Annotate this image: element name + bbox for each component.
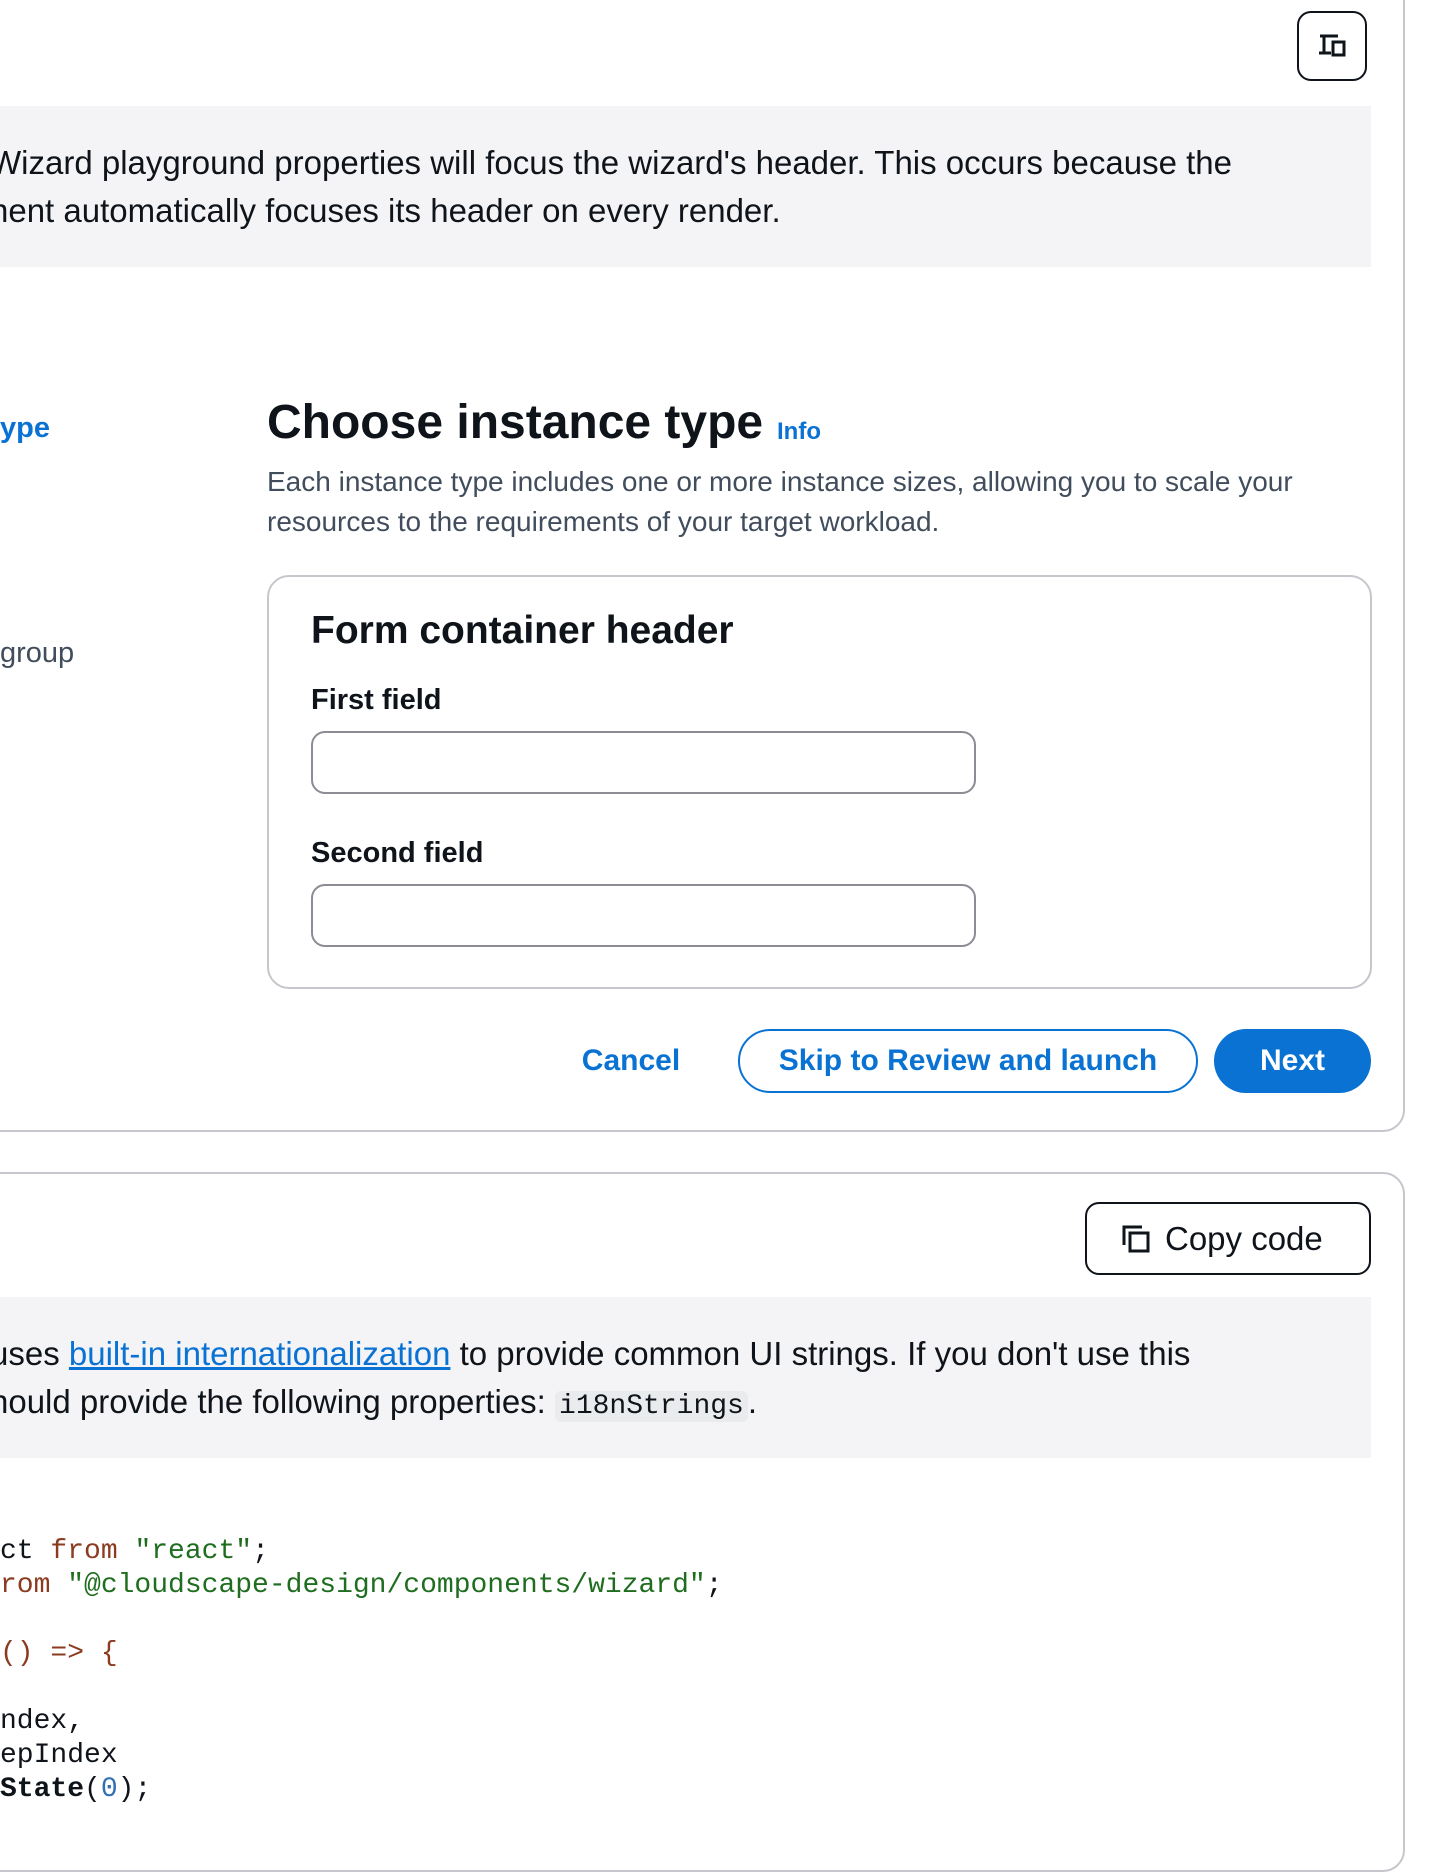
code-token: );: [117, 1774, 152, 1805]
device-toggle-icon: [1319, 34, 1346, 57]
code-line: ndex,: [0, 1706, 85, 1737]
alert-text-line: nent automatically focuses its header on…: [0, 192, 781, 229]
i18n-info-alert: uses built-in internationalization to pr…: [0, 1297, 1371, 1458]
cancel-button[interactable]: Cancel: [571, 1029, 691, 1093]
form-container: Form container header First field Second…: [267, 575, 1372, 989]
code-line: ct from "react";: [0, 1535, 723, 1569]
inline-code: i18nStrings: [555, 1391, 748, 1422]
info-link[interactable]: Info: [777, 418, 821, 446]
alert-text: hould provide the following properties:: [0, 1383, 556, 1420]
alert-text-line: hould provide the following properties: …: [0, 1378, 1371, 1431]
device-toggle-button[interactable]: [1297, 11, 1367, 81]
copy-icon: [1121, 1224, 1151, 1254]
second-field-input[interactable]: [311, 884, 976, 947]
code-line: epIndex: [0, 1740, 118, 1771]
code-function: State: [0, 1774, 85, 1805]
code-keyword: from: [50, 1536, 118, 1567]
wizard-nav-step-active[interactable]: ype: [0, 412, 50, 445]
alert-text: .: [747, 1383, 758, 1420]
internationalization-link[interactable]: built-in internationalization: [69, 1335, 451, 1372]
info-alert: Wizard playground properties will focus …: [0, 106, 1371, 267]
first-field-input[interactable]: [311, 731, 976, 794]
alert-text: uses: [0, 1335, 60, 1372]
copy-code-button[interactable]: Copy code: [1085, 1202, 1371, 1275]
code-token: ct: [0, 1536, 51, 1567]
alert-text-line: Wizard playground properties will focus …: [0, 144, 1232, 181]
code-block: ct from "react"; rom "@cloudscape-design…: [0, 1535, 723, 1807]
second-field-label: Second field: [311, 837, 484, 869]
first-field-label: First field: [311, 684, 442, 716]
alert-text-line: uses built-in internationalization to pr…: [0, 1330, 1371, 1378]
code-number: 0: [100, 1774, 118, 1805]
next-button[interactable]: Next: [1214, 1029, 1371, 1093]
code-string: "@cloudscape-design/components/wizard": [50, 1570, 706, 1601]
code-token: ;: [252, 1536, 269, 1567]
code-line: State(0);: [0, 1773, 723, 1807]
step-title: Choose instance type: [267, 396, 764, 449]
skip-to-review-button[interactable]: Skip to Review and launch: [738, 1029, 1198, 1093]
step-description: Each instance type includes one or more …: [267, 466, 1293, 537]
code-string: "react": [117, 1536, 253, 1567]
code-token: ;: [705, 1570, 723, 1601]
wizard-nav-step[interactable]: group: [0, 637, 74, 670]
copy-code-label: Copy code: [1165, 1219, 1323, 1257]
code-line: rom "@cloudscape-design/components/wizar…: [0, 1569, 723, 1603]
container-header: Form container header: [311, 609, 734, 652]
code-token: (: [84, 1774, 101, 1805]
alert-text: to provide common UI strings. If you don…: [450, 1335, 1191, 1372]
code-line: () => {: [0, 1638, 118, 1669]
code-keyword: rom: [0, 1570, 51, 1601]
